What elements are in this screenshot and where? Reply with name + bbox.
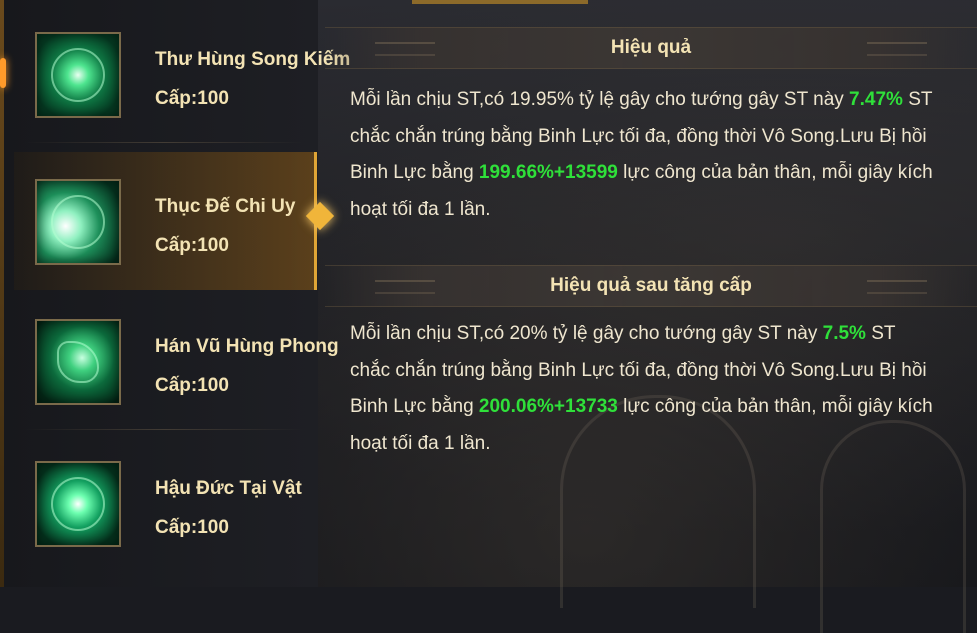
effect-value-percent: 7.47% [849, 89, 903, 110]
skill-item-thuc-de-chi-uy[interactable]: Thục Đế Chi Uy Cấp:100 [14, 152, 335, 290]
skill-item-han-vu-hung-phong[interactable]: Hán Vũ Hùng Phong Cấp:100 [14, 292, 339, 430]
list-divider [24, 142, 304, 143]
skill-level: Cấp:100 [155, 235, 229, 256]
effect-header: Hiệu quả [325, 27, 977, 69]
skill-name: Thục Đế Chi Uy [155, 196, 296, 217]
effect-description: Mỗi lần chịu ST,có 19.95% tỷ lệ gây cho … [350, 82, 940, 228]
effect-title: Hiệu quả [610, 37, 692, 58]
upgrade-title: Hiệu quả sau tăng cấp [550, 275, 752, 296]
upgrade-text: Mỗi lần chịu ST,có 20% tỷ lệ gây cho tướ… [350, 323, 823, 344]
skill-name: Hậu Đức Tại Vật [155, 478, 302, 499]
upgrade-header: Hiệu quả sau tăng cấp [325, 265, 977, 307]
upgrade-value-percent: 7.5% [822, 323, 866, 344]
skill-name: Hán Vũ Hùng Phong [155, 336, 339, 357]
skill-icon-thuc-de-chi-uy [35, 179, 121, 265]
scroll-indicator [0, 58, 6, 88]
list-divider [24, 429, 304, 430]
sidebar-edge [0, 0, 4, 587]
upgrade-value-heal: 200.06%+13733 [478, 396, 618, 417]
skill-level: Cấp:100 [155, 375, 229, 396]
skill-icon-thu-hung-song-kiem [35, 32, 121, 118]
effect-value-heal: 199.66%+13599 [478, 162, 618, 183]
skill-item-thu-hung-song-kiem[interactable]: Thư Hùng Song Kiếm Cấp:100 [14, 5, 350, 143]
skill-item-hau-duc-tai-vat[interactable]: Hậu Đức Tại Vật Cấp:100 [14, 434, 314, 572]
skill-icon-han-vu-hung-phong [35, 319, 121, 405]
skill-level: Cấp:100 [155, 88, 229, 109]
skill-list: Thư Hùng Song Kiếm Cấp:100 Thục Đế Chi U… [0, 0, 350, 587]
skill-icon-hau-duc-tai-vat [35, 461, 121, 547]
upgrade-description: Mỗi lần chịu ST,có 20% tỷ lệ gây cho tướ… [350, 316, 940, 462]
effect-text: Mỗi lần chịu ST,có 19.95% tỷ lệ gây cho … [350, 89, 850, 110]
skill-name: Thư Hùng Song Kiếm [155, 49, 351, 70]
skill-level: Cấp:100 [155, 517, 229, 538]
top-tab-edge [412, 0, 588, 4]
